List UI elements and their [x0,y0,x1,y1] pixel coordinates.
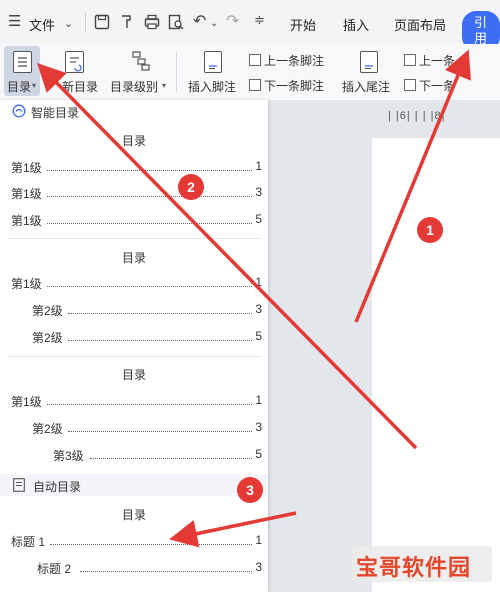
arrow-to-toc-button [37,63,418,450]
arrow-to-references-tab [354,49,471,323]
step-badge-1: 1 [417,217,443,243]
annotation-arrows [37,49,471,548]
arrow-to-auto-toc [169,511,297,548]
step-badge-3: 3 [237,477,263,503]
watermark-logo: 宝哥软件园 [356,555,472,580]
step-badge-2: 2 [178,174,204,200]
